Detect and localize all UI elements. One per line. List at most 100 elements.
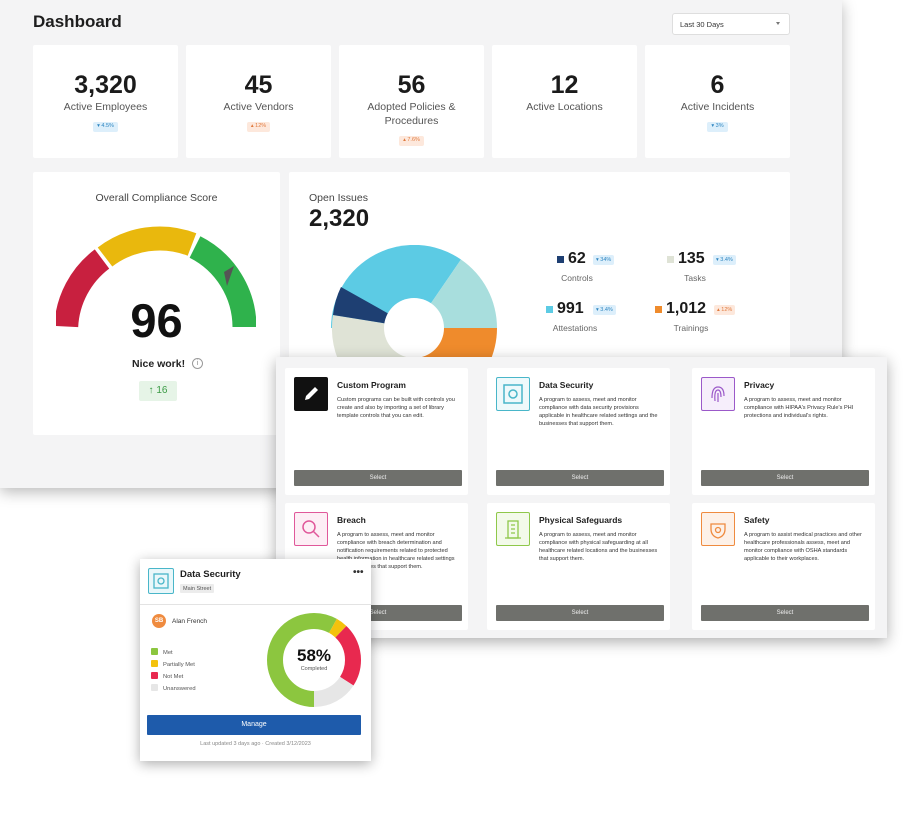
- program-title: Physical Safeguards: [539, 515, 623, 525]
- program-description: Custom programs can be built with contro…: [337, 397, 455, 419]
- stat-card-employees[interactable]: 3,320 Active Employees ▾ 4.5%: [33, 45, 178, 158]
- legend-swatch: [557, 256, 564, 263]
- open-issues-title: Open Issues: [309, 192, 368, 204]
- gauge-segment-yellow: [97, 226, 197, 267]
- pencil-icon: [294, 377, 328, 411]
- open-issues-donut: [331, 245, 497, 372]
- program-card-privacy: Privacy A program to assess, meet and mo…: [692, 368, 875, 495]
- caret-down-icon: [776, 22, 780, 25]
- program-card-safety: Safety A program to assist medical pract…: [692, 503, 875, 630]
- program-description: A program to assess, meet and monitor co…: [744, 397, 854, 419]
- legend-swatch: [151, 660, 158, 667]
- legend-not-met: Not Met: [151, 672, 183, 680]
- legend-label: Trainings: [673, 323, 709, 333]
- legend-swatch: [546, 306, 553, 313]
- program-title: Privacy: [744, 380, 775, 390]
- select-button[interactable]: Select: [496, 605, 664, 621]
- owner-name: Alan French: [172, 618, 208, 625]
- legend-change-badge: ▾ 3.4%: [713, 255, 736, 265]
- program-description: A program to assist medical practices an…: [744, 532, 862, 562]
- legend-partially-met: Partially Met: [151, 660, 195, 668]
- legend-label: Controls: [561, 273, 593, 283]
- page-title: Dashboard: [33, 12, 122, 31]
- open-issues-total: 2,320: [309, 205, 370, 232]
- select-button[interactable]: Select: [701, 605, 869, 621]
- legend-label: Attestations: [552, 323, 598, 333]
- program-description: A program to assess, meet and monitor co…: [539, 532, 658, 562]
- compliance-message: Nice work!: [132, 358, 186, 370]
- select-button[interactable]: Select: [496, 470, 664, 486]
- stat-card-policies[interactable]: 56 Adopted Policies & Procedures ▴ 7.6%: [339, 45, 484, 158]
- stat-label: Active Incidents: [680, 101, 755, 113]
- legend-swatch: [151, 648, 158, 655]
- card-footer: Last updated 3 days ago · Created 3/12/2…: [200, 741, 311, 747]
- stat-card-incidents[interactable]: 6 Active Incidents ▾ 3%: [645, 45, 790, 158]
- legend-label: Not Met: [163, 674, 184, 680]
- data-security-card: Data Security Main Street ••• SB Alan Fr…: [140, 559, 371, 761]
- legend-swatch: [151, 684, 158, 691]
- compliance-score-title: Overall Compliance Score: [95, 192, 218, 204]
- info-icon[interactable]: i: [192, 358, 203, 369]
- stat-card-vendors[interactable]: 45 Active Vendors ▴ 12%: [186, 45, 331, 158]
- program-title: Safety: [744, 515, 770, 525]
- safe-icon: [148, 568, 174, 594]
- legend-label: Partially Met: [163, 662, 195, 668]
- legend-swatch: [655, 306, 662, 313]
- program-title: Data Security: [539, 380, 594, 390]
- stat-label: Active Locations: [526, 101, 603, 113]
- legend-change-badge: ▾ 34%: [593, 255, 615, 265]
- program-title: Breach: [337, 515, 366, 525]
- stat-value: 45: [244, 71, 273, 99]
- stat-value: 6: [710, 71, 725, 99]
- divider: [140, 604, 371, 605]
- select-button[interactable]: Select: [294, 470, 462, 486]
- date-range-value: Last 30 Days: [680, 20, 724, 29]
- stat-value: 56: [397, 71, 426, 99]
- select-button[interactable]: Select: [701, 470, 869, 486]
- legend-unanswered: Unanswered: [151, 684, 196, 692]
- program-card-data-security: Data Security A program to assess, meet …: [487, 368, 670, 495]
- program-card-physical-safeguards: Physical Safeguards A program to assess,…: [487, 503, 670, 630]
- legend-label: Met: [163, 650, 173, 656]
- stat-change-badge: ▴ 7.6%: [399, 135, 424, 146]
- stat-change-badge: ▴ 12%: [246, 121, 271, 132]
- program-title: Custom Program: [337, 380, 406, 390]
- stat-change-badge: ▾ 3%: [707, 121, 728, 132]
- program-description: A program to assess, meet and monitor co…: [539, 397, 658, 427]
- compliance-score-value: 96: [130, 294, 183, 347]
- card-title: Data Security: [180, 569, 241, 580]
- stat-label: Adopted Policies & Procedures: [367, 101, 456, 127]
- completion-label: Completed: [300, 666, 328, 672]
- stat-change-badge: ▾ 4.5%: [93, 121, 118, 132]
- stat-card-locations[interactable]: 12 Active Locations: [492, 45, 637, 158]
- open-issues-card: Open Issues 2,320 62 ▾ 34% Controls 135 …: [289, 172, 790, 372]
- compliance-score-card: Overall Compliance Score 96 Nice work! i…: [33, 172, 280, 435]
- building-icon: [496, 512, 530, 546]
- legend-value: 135: [678, 250, 705, 267]
- more-options-icon[interactable]: •••: [353, 567, 364, 578]
- legend-swatch: [667, 256, 674, 263]
- date-range-select[interactable]: Last 30 Days: [672, 13, 790, 35]
- magnifier-icon: [294, 512, 328, 546]
- stat-label: Active Employees: [63, 101, 148, 113]
- legend-met: Met: [151, 648, 173, 656]
- stat-value: 3,320: [74, 71, 137, 99]
- legend-label: Unanswered: [163, 686, 196, 692]
- program-card-custom: Custom Program Custom programs can be bu…: [285, 368, 468, 495]
- score-delta-badge: ↑ 16: [139, 381, 177, 401]
- legend-value: 62: [568, 250, 586, 267]
- legend-label: Tasks: [684, 273, 706, 283]
- stat-label: Active Vendors: [223, 101, 294, 113]
- safe-icon: [496, 377, 530, 411]
- completion-percent: 58%: [296, 646, 332, 665]
- legend-change-badge: ▴ 12%: [714, 305, 736, 315]
- fingerprint-icon: [701, 377, 735, 411]
- legend-swatch: [151, 672, 158, 679]
- stat-value: 12: [550, 71, 579, 99]
- location-badge: Main Street: [180, 584, 215, 593]
- hazard-icon: [701, 512, 735, 546]
- avatar: SB: [152, 614, 166, 628]
- legend-change-badge: ▾ 3.4%: [593, 305, 616, 315]
- legend-value: 1,012: [666, 300, 707, 317]
- manage-button[interactable]: Manage: [147, 715, 361, 735]
